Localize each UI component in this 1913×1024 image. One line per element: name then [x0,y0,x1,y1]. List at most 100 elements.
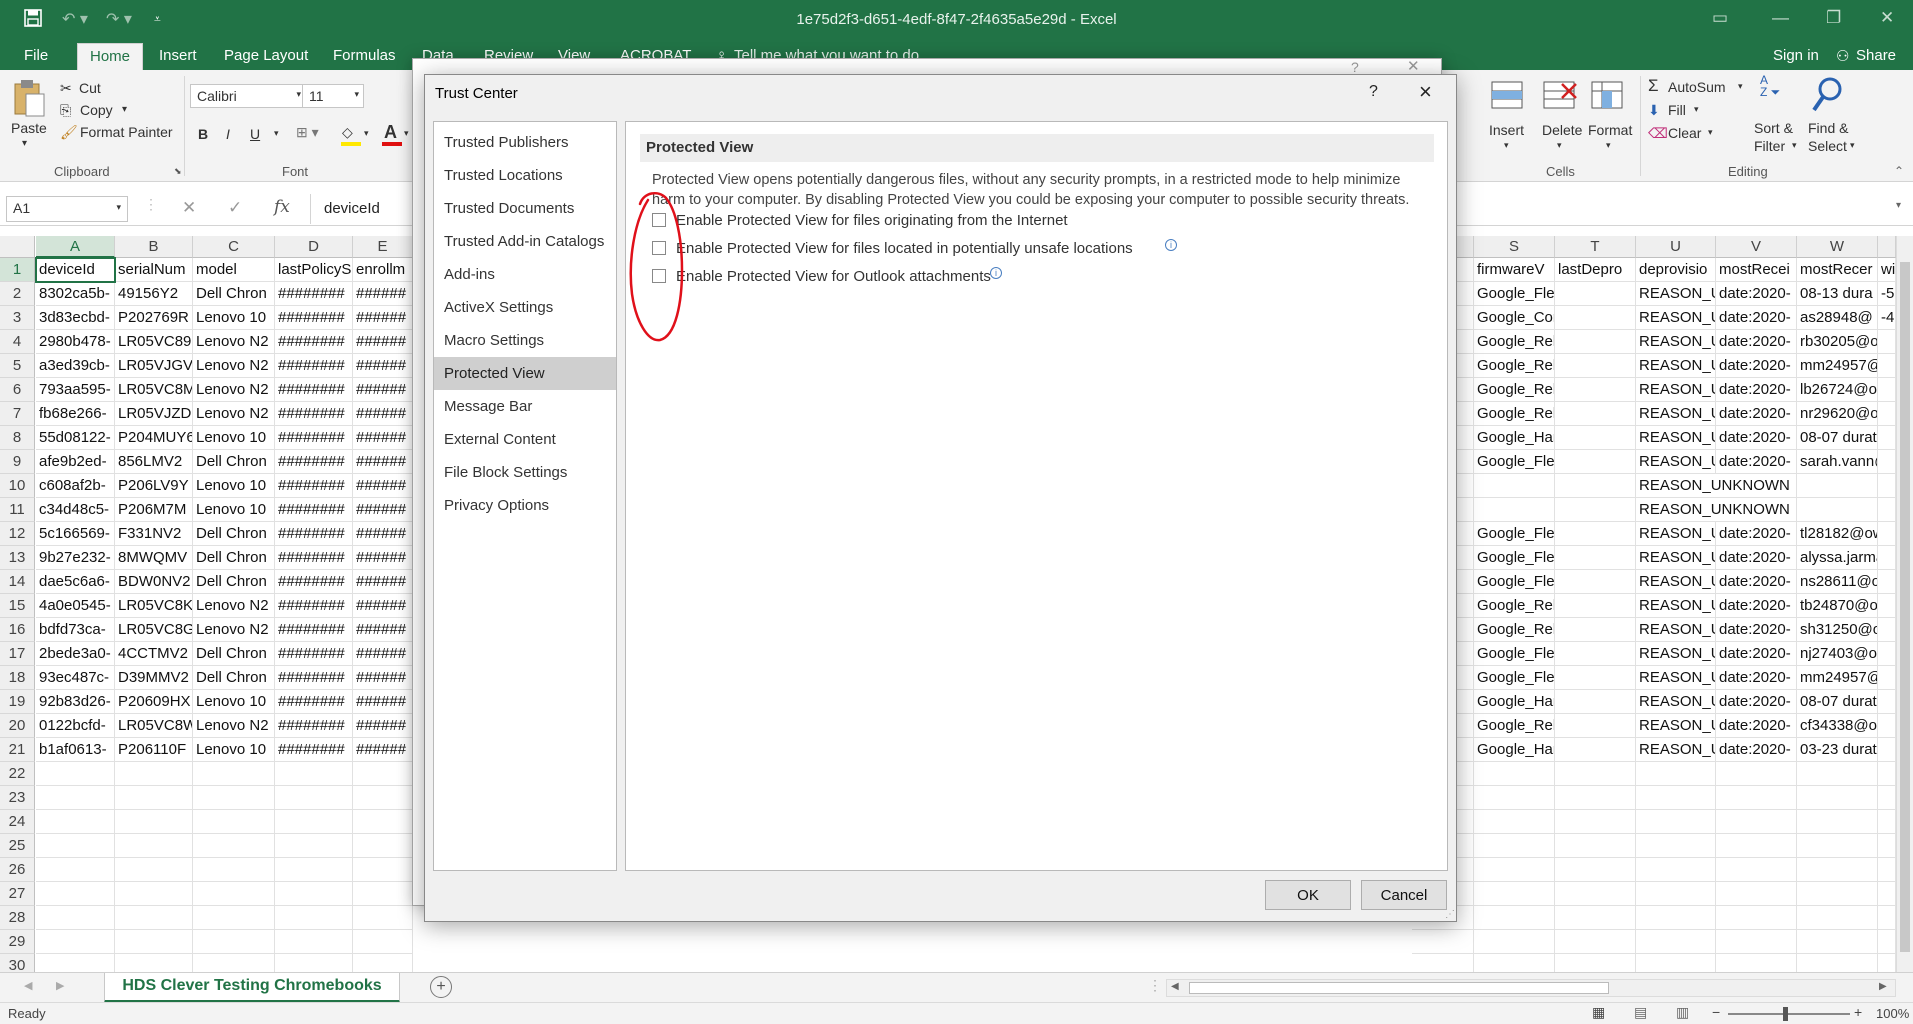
row-header[interactable]: 7 [0,402,35,426]
table-cell[interactable] [1474,810,1555,834]
table-cell[interactable] [1555,930,1636,954]
table-cell[interactable]: c608af2b- [36,474,115,498]
table-cell[interactable]: lastDepro [1555,258,1636,282]
chevron-down-icon[interactable]: ▾ [1694,104,1699,115]
table-cell[interactable]: ###### [353,546,413,570]
table-cell[interactable]: REASON_UNKNOWN [1636,498,1797,522]
table-cell[interactable]: ###### [353,426,413,450]
insert-function-icon[interactable]: fx [274,197,290,217]
table-cell[interactable]: 08-13 dura [1797,282,1878,306]
table-cell[interactable] [275,786,353,810]
table-cell[interactable] [1878,378,1896,402]
table-cell[interactable]: ######## [275,618,353,642]
table-cell[interactable] [36,786,115,810]
table-cell[interactable]: Lenovo 10 [193,426,275,450]
page-break-view-icon[interactable]: ▥ [1676,1004,1689,1021]
table-cell[interactable] [1878,354,1896,378]
scroll-left-icon[interactable]: ◀ [1171,981,1179,992]
table-cell[interactable] [115,906,193,930]
table-cell[interactable]: ######## [275,666,353,690]
fill-color-icon[interactable]: ◇ [342,124,353,141]
table-cell[interactable] [353,786,413,810]
table-cell[interactable]: c34d48c5- [36,498,115,522]
option-unsafe-locations[interactable]: Enable Protected View for files located … [652,238,1412,260]
table-cell[interactable]: ######## [275,378,353,402]
tab-insert[interactable]: Insert [159,47,197,64]
table-cell[interactable] [275,882,353,906]
cancel-button[interactable]: Cancel [1361,880,1447,910]
table-cell[interactable]: 0122bcfd- [36,714,115,738]
table-cell[interactable]: 8302ca5b- [36,282,115,306]
table-cell[interactable]: LR05VC8M [115,378,193,402]
table-cell[interactable] [1716,930,1797,954]
nav-item-protected-view[interactable]: Protected View [434,357,616,390]
table-cell[interactable]: date:2020- [1716,426,1797,450]
nav-item-privacy-options[interactable]: Privacy Options [434,489,616,522]
table-cell[interactable]: Lenovo 10 [193,738,275,762]
chevron-down-icon[interactable]: ▾ [1850,140,1855,151]
format-cells-button[interactable]: Format [1588,122,1632,138]
table-cell[interactable]: P206LV9Y [115,474,193,498]
table-cell[interactable] [1878,762,1896,786]
zoom-in-icon[interactable]: + [1854,1004,1862,1020]
column-header[interactable]: W [1797,236,1878,258]
table-cell[interactable] [1636,930,1716,954]
column-header[interactable]: U [1636,236,1716,258]
table-cell[interactable]: date:2020- [1716,450,1797,474]
column-header[interactable] [1878,236,1896,258]
table-cell[interactable]: REASON_U [1636,690,1716,714]
row-header[interactable]: 28 [0,906,35,930]
table-cell[interactable] [353,906,413,930]
table-cell[interactable] [1555,474,1636,498]
table-cell[interactable]: b1af0613- [36,738,115,762]
table-cell[interactable] [1878,618,1896,642]
table-cell[interactable]: 8MWQMV [115,546,193,570]
table-cell[interactable]: Lenovo 10 [193,498,275,522]
table-cell[interactable] [1555,594,1636,618]
table-cell[interactable]: ###### [353,402,413,426]
table-cell[interactable]: ###### [353,642,413,666]
nav-item-trusted-locations[interactable]: Trusted Locations [434,159,616,192]
table-cell[interactable]: ######## [275,546,353,570]
table-cell[interactable]: -4 [1878,306,1896,330]
table-cell[interactable]: ###### [353,666,413,690]
chevron-down-icon[interactable]: ▾ [1792,140,1797,151]
table-cell[interactable] [1555,618,1636,642]
table-cell[interactable]: REASON_U [1636,666,1716,690]
close-dialog-button[interactable]: × [1419,79,1432,105]
table-cell[interactable] [1878,858,1896,882]
table-cell[interactable] [1878,474,1896,498]
expand-formula-bar-icon[interactable]: ▾ [1896,200,1901,211]
row-header[interactable]: 2 [0,282,35,306]
font-color-icon[interactable]: A [384,122,397,143]
column-header[interactable]: V [1716,236,1797,258]
underline-dropdown-icon[interactable]: ▾ [274,128,279,139]
underline-button[interactable]: U [250,126,260,142]
table-cell[interactable] [1716,762,1797,786]
table-cell[interactable]: Dell Chron [193,546,275,570]
table-cell[interactable]: ###### [353,714,413,738]
table-cell[interactable] [353,930,413,954]
table-cell[interactable] [1555,666,1636,690]
table-cell[interactable] [1797,906,1878,930]
table-cell[interactable]: tl28182@ow [1797,522,1878,546]
table-cell[interactable]: ###### [353,570,413,594]
row-header[interactable]: 29 [0,930,35,954]
font-name-combo[interactable]: Calibri ▾ [190,84,306,108]
table-cell[interactable]: ns28611@ow [1797,570,1878,594]
zoom-level[interactable]: 100% [1876,1006,1909,1021]
paste-dropdown-icon[interactable]: ▾ [22,138,27,149]
table-cell[interactable] [1555,642,1636,666]
table-cell[interactable]: LR05VC8K [115,594,193,618]
row-header[interactable]: 14 [0,570,35,594]
table-cell[interactable]: Lenovo N2 [193,330,275,354]
table-cell[interactable]: Google_Coral.10068. [1474,306,1555,330]
table-cell[interactable]: lb26724@ow [1797,378,1878,402]
table-cell[interactable]: ###### [353,330,413,354]
table-cell[interactable] [193,930,275,954]
table-cell[interactable]: BDW0NV2 [115,570,193,594]
table-cell[interactable] [1797,498,1878,522]
table-cell[interactable] [1555,762,1636,786]
table-cell[interactable]: ###### [353,738,413,762]
table-cell[interactable]: REASON_U [1636,642,1716,666]
